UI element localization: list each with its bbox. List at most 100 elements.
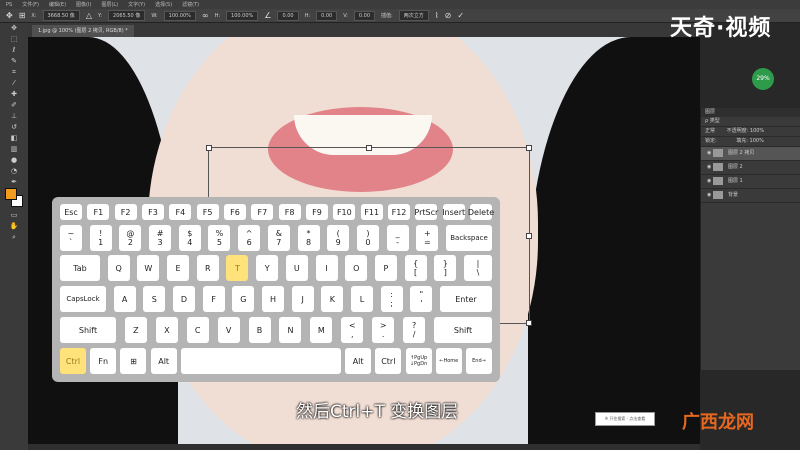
v-skew-field[interactable]: 0.00 bbox=[353, 10, 376, 21]
key-delete: Delete bbox=[468, 204, 494, 220]
key-symbol: ( 9 bbox=[327, 225, 350, 251]
zoom-icon[interactable]: ⌕ bbox=[0, 232, 28, 243]
key-backspace: Backspace bbox=[446, 225, 492, 251]
key-enter: Enter bbox=[440, 286, 492, 312]
foreground-color-swatch[interactable] bbox=[5, 188, 17, 200]
reference-point-icon[interactable]: ⊞ bbox=[19, 11, 26, 20]
key-tab: Tab bbox=[60, 255, 100, 281]
key-alt: Alt bbox=[345, 348, 372, 374]
warp-icon[interactable]: ⌇ bbox=[435, 11, 439, 20]
key-f12: F12 bbox=[388, 204, 410, 220]
status-bar bbox=[28, 444, 700, 450]
y-field[interactable]: 2065.50 像 bbox=[108, 10, 146, 21]
layer-thumbnail bbox=[712, 176, 723, 185]
stamp-icon[interactable]: ⊥ bbox=[0, 111, 28, 122]
key-y: Y bbox=[256, 255, 279, 281]
lock-row: 锁定: 填充: 100% bbox=[701, 137, 800, 147]
key-t: T bbox=[226, 255, 249, 281]
eyedropper-icon[interactable]: ⁄ bbox=[0, 78, 28, 89]
key-symbol: " ' bbox=[410, 286, 433, 312]
menu-item[interactable]: 滤镜(T) bbox=[182, 1, 199, 8]
pen-icon[interactable]: ✒ bbox=[0, 177, 28, 188]
document-tab-bar: 1.jpg @ 100% (图层 2 拷贝, RGB/8) * bbox=[28, 23, 700, 37]
key-symbol: ) 0 bbox=[356, 225, 379, 251]
key-e: E bbox=[167, 255, 190, 281]
menu-item[interactable]: 文件(F) bbox=[22, 1, 39, 8]
menu-item[interactable]: 编辑(E) bbox=[49, 1, 66, 8]
key-shift: Shift bbox=[434, 317, 492, 343]
key-f1: F1 bbox=[87, 204, 110, 220]
transform-handle[interactable] bbox=[526, 233, 532, 239]
menu-item[interactable]: 图层(L) bbox=[101, 1, 118, 8]
menu-bar: PS 文件(F) 编辑(E) 图像(I) 图层(L) 文字(Y) 选择(S) 滤… bbox=[0, 0, 800, 9]
key-d: D bbox=[173, 286, 195, 312]
key-f8: F8 bbox=[278, 204, 301, 220]
dodge-icon[interactable]: ◔ bbox=[0, 166, 28, 177]
height-field[interactable]: 100.00% bbox=[226, 10, 259, 21]
layer-item[interactable]: ◉ 图层 2 拷贝 bbox=[701, 147, 800, 161]
key-alt: Alt bbox=[150, 348, 177, 374]
link-icon[interactable]: ∞ bbox=[202, 11, 209, 20]
eraser-icon[interactable]: ◧ bbox=[0, 133, 28, 144]
h-skew-field[interactable]: 0.00 bbox=[316, 10, 338, 21]
key-f10: F10 bbox=[333, 204, 356, 220]
width-field[interactable]: 100.00% bbox=[163, 10, 196, 21]
lasso-icon[interactable]: ℓ bbox=[0, 45, 28, 56]
menu-item[interactable]: 文字(Y) bbox=[128, 1, 145, 8]
layers-panel: 图层 ρ 类型 正常 不透明度: 100% 锁定: 填充: 100% ◉ 图层 … bbox=[700, 108, 800, 370]
key-x: X bbox=[155, 317, 178, 343]
key-capslock: CapsLock bbox=[60, 286, 106, 312]
key-a: A bbox=[113, 286, 136, 312]
brush-icon[interactable]: ✐ bbox=[0, 100, 28, 111]
key-o: O bbox=[345, 255, 368, 281]
menu-item[interactable]: 图像(I) bbox=[76, 1, 91, 8]
move-icon[interactable]: ✥ bbox=[0, 23, 28, 34]
hand-icon[interactable]: ✋ bbox=[0, 221, 28, 232]
angle-field[interactable]: 0.00 bbox=[277, 10, 299, 21]
transform-handle[interactable] bbox=[526, 145, 532, 151]
menu-item[interactable]: PS bbox=[6, 2, 12, 8]
layers-panel-title[interactable]: 图层 bbox=[701, 108, 800, 117]
menu-item[interactable]: 选择(S) bbox=[155, 1, 172, 8]
key-esc: Esc bbox=[60, 204, 82, 220]
key-symbol: : ; bbox=[380, 286, 403, 312]
gradient-icon[interactable]: ▥ bbox=[0, 144, 28, 155]
fill-field[interactable]: 填充: 100% bbox=[736, 138, 764, 144]
document-tab[interactable]: 1.jpg @ 100% (图层 2 拷贝, RGB/8) * bbox=[32, 25, 134, 37]
opacity-field[interactable]: 不透明度: 100% bbox=[727, 128, 765, 134]
blur-icon[interactable]: ● bbox=[0, 155, 28, 166]
key-symbol: & 7 bbox=[267, 225, 290, 251]
key-symbol: { [ bbox=[404, 255, 427, 281]
layer-item[interactable]: ◉ 图层 2 bbox=[701, 161, 800, 175]
history-brush-icon[interactable]: ↺ bbox=[0, 122, 28, 133]
key-n: N bbox=[279, 317, 302, 343]
quick-select-icon[interactable]: ✎ bbox=[0, 56, 28, 67]
interpolation-label: 插值: bbox=[381, 13, 393, 19]
w-label: W: bbox=[151, 12, 158, 19]
layer-thumbnail bbox=[712, 190, 723, 199]
move-tool-icon[interactable]: ✥ bbox=[6, 11, 13, 20]
layer-filter[interactable]: ρ 类型 bbox=[701, 117, 800, 127]
transform-handle[interactable] bbox=[526, 320, 532, 326]
healing-icon[interactable]: ✚ bbox=[0, 89, 28, 100]
cancel-icon[interactable]: ⊘ bbox=[445, 11, 452, 20]
shape-icon[interactable]: ▭ bbox=[0, 210, 28, 221]
triangle-icon[interactable]: △ bbox=[86, 11, 92, 20]
layer-item[interactable]: ◉ 图层 1 bbox=[701, 175, 800, 189]
search-tooltip[interactable]: ※ 只往搜索 · 点击查看 bbox=[595, 412, 655, 426]
blend-mode-select[interactable]: 正常 bbox=[705, 128, 715, 134]
layer-name: 图层 2 bbox=[727, 164, 743, 170]
interpolation-select[interactable]: 两次立方 bbox=[398, 10, 429, 21]
crop-icon[interactable]: ⌗ bbox=[0, 67, 28, 78]
key-v: V bbox=[217, 317, 240, 343]
key-f5: F5 bbox=[196, 204, 219, 220]
key-symbol: ! 1 bbox=[89, 225, 112, 251]
x-field[interactable]: 3668.50 像 bbox=[42, 10, 80, 21]
transform-handle[interactable] bbox=[366, 145, 372, 151]
transform-handle[interactable] bbox=[206, 145, 212, 151]
commit-check-icon[interactable]: ✓ bbox=[457, 11, 464, 20]
marquee-icon[interactable]: ⬚ bbox=[0, 34, 28, 45]
lock-label: 锁定: bbox=[705, 138, 717, 144]
layer-item[interactable]: ◉ 背景 bbox=[701, 189, 800, 203]
key-c: C bbox=[186, 317, 209, 343]
